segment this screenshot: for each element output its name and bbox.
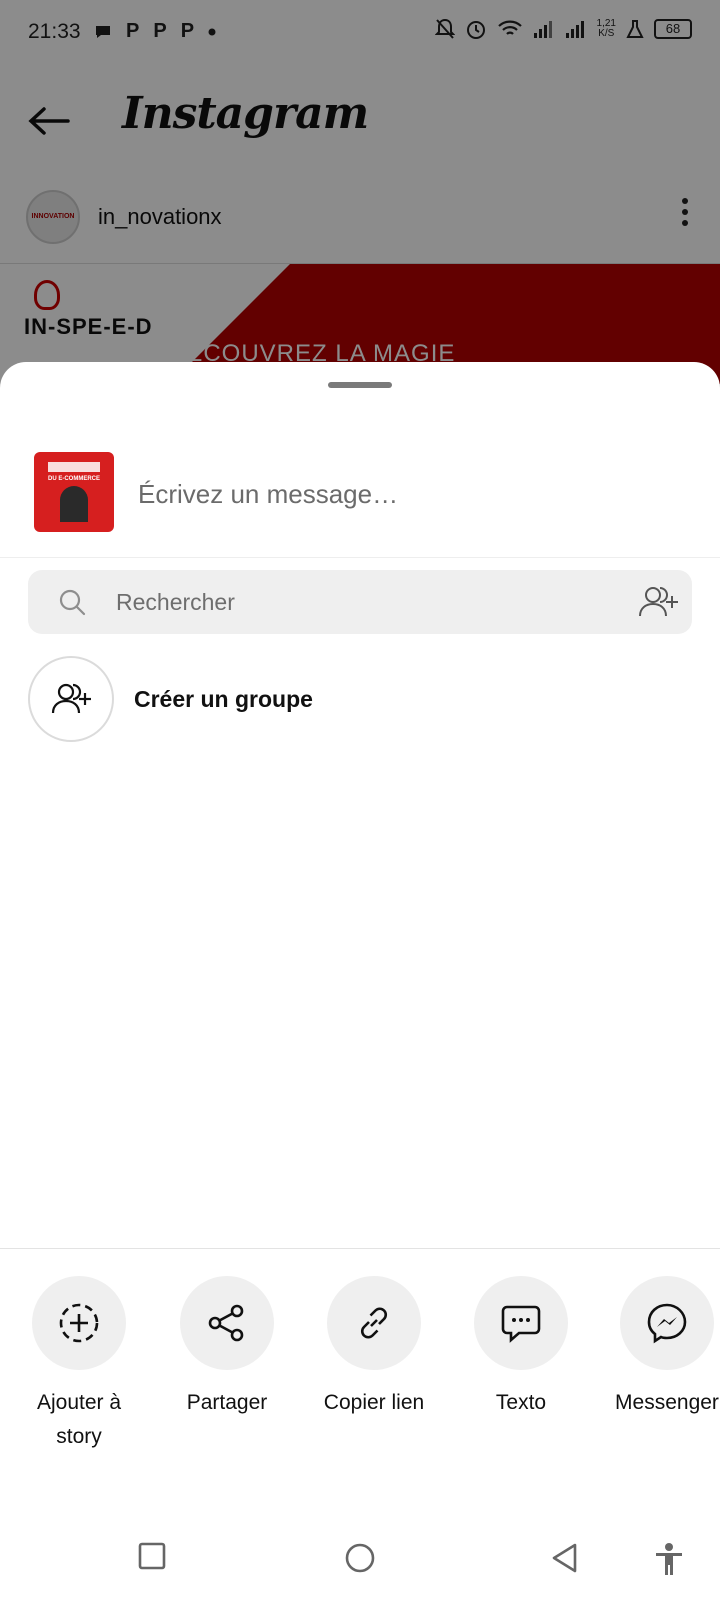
share-label: Partager xyxy=(186,1391,268,1414)
share-action-copy-link[interactable]: Copier lien xyxy=(301,1276,447,1420)
thumbnail-text: DU E-COMMERCE xyxy=(48,476,100,482)
recents-square-icon[interactable] xyxy=(138,1542,166,1570)
home-circle-icon[interactable] xyxy=(344,1542,376,1574)
share-action-add-story[interactable]: Ajouter à story xyxy=(6,1276,152,1454)
share-actions: Ajouter à story Partager Copier lien Tex… xyxy=(0,1276,720,1466)
compose-row: DU E-COMMERCE xyxy=(0,432,720,558)
add-group-icon xyxy=(51,683,91,714)
share-action-messenger[interactable]: Messenger xyxy=(594,1276,720,1420)
share-sheet: DU E-COMMERCE Créer un groupe Ajouter à … xyxy=(0,362,720,1612)
create-group-label: Créer un groupe xyxy=(134,686,313,712)
share-label: Messenger xyxy=(615,1391,719,1414)
search-icon xyxy=(59,589,86,616)
create-group-icon-circle xyxy=(28,656,114,742)
create-group-row[interactable]: Créer un groupe xyxy=(28,656,692,744)
share-button[interactable] xyxy=(180,1276,274,1370)
post-thumbnail: DU E-COMMERCE xyxy=(34,452,114,532)
add-story-icon xyxy=(59,1303,99,1343)
share-action-partager[interactable]: Partager xyxy=(154,1276,300,1420)
sheet-grabber[interactable] xyxy=(328,382,392,388)
add-story-button[interactable] xyxy=(32,1276,126,1370)
share-action-texto[interactable]: Texto xyxy=(448,1276,594,1420)
add-people-icon[interactable] xyxy=(636,584,680,620)
messenger-icon xyxy=(647,1303,687,1344)
system-nav-bar xyxy=(0,1512,720,1612)
search-bar[interactable] xyxy=(28,570,692,634)
share-label: Ajouter à story xyxy=(36,1391,122,1448)
message-input[interactable] xyxy=(138,474,678,514)
sms-button[interactable] xyxy=(474,1276,568,1370)
sms-icon xyxy=(501,1305,541,1343)
share-icon xyxy=(208,1304,244,1342)
link-icon xyxy=(361,1307,387,1339)
accessibility-icon[interactable] xyxy=(654,1542,684,1576)
divider xyxy=(0,1248,720,1249)
copy-link-button[interactable] xyxy=(327,1276,421,1370)
share-label: Texto xyxy=(495,1391,547,1414)
messenger-button[interactable] xyxy=(620,1276,714,1370)
search-input[interactable] xyxy=(116,582,596,622)
back-triangle-icon[interactable] xyxy=(550,1542,578,1574)
share-label: Copier lien xyxy=(323,1391,425,1414)
